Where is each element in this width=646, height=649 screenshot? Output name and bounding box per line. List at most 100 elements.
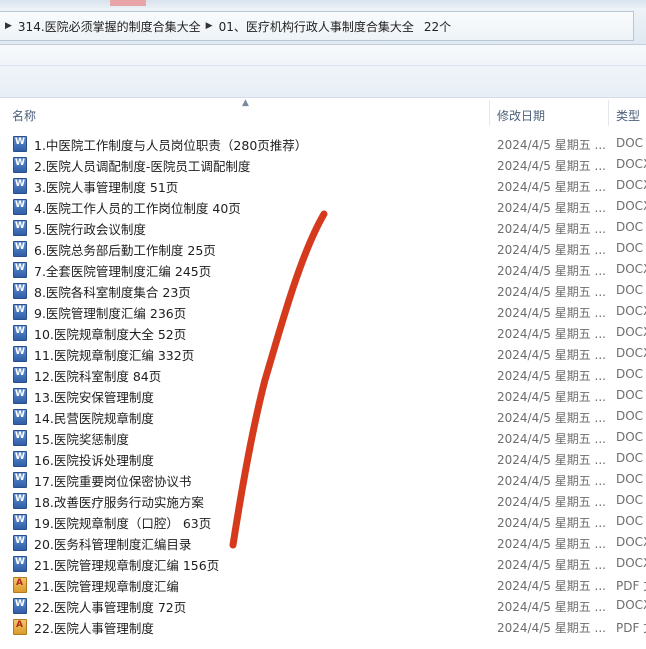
file-name[interactable]: 13.医院安保管理制度 (34, 387, 154, 406)
word-doc-icon (13, 178, 27, 194)
file-modified-date: 2024/4/5 星期五 ... (497, 159, 606, 173)
file-name[interactable]: 14.民营医院规章制度 (34, 408, 154, 427)
file-name[interactable]: 4.医院工作人员的工作岗位制度 40页 (34, 198, 241, 217)
file-row[interactable]: 6.医院总务部后勤工作制度 25页 2024/4/5 星期五 ... DOC (0, 238, 646, 259)
file-row[interactable]: 22.医院人事管理制度 2024/4/5 星期五 ... PDF 文 (0, 616, 646, 637)
file-name[interactable]: 8.医院各科室制度集合 23页 (34, 282, 191, 301)
file-row[interactable]: 17.医院重要岗位保密协议书 2024/4/5 星期五 ... DOC (0, 469, 646, 490)
file-row[interactable]: 21.医院管理规章制度汇编 2024/4/5 星期五 ... PDF 文 (0, 574, 646, 595)
breadcrumb[interactable]: ▶ 314.医院必须掌握的制度合集大全 ▶ 01、医疗机构行政人事制度合集大全 … (0, 11, 634, 41)
file-row[interactable]: 15.医院奖惩制度 2024/4/5 星期五 ... DOC (0, 427, 646, 448)
file-name[interactable]: 21.医院管理规章制度汇编 156页 (34, 555, 219, 574)
file-modified-date: 2024/4/5 星期五 ... (497, 474, 606, 488)
file-type: DOC (616, 283, 644, 297)
word-doc-icon (13, 388, 27, 404)
file-type: DOC (616, 514, 644, 528)
file-type: DOCX (616, 304, 646, 318)
file-row[interactable]: 9.医院管理制度汇编 236页 2024/4/5 星期五 ... DOCX (0, 301, 646, 322)
word-doc-icon (13, 304, 27, 320)
file-row[interactable]: 2.医院人员调配制度-医院员工调配制度 2024/4/5 星期五 ... DOCX (0, 154, 646, 175)
file-type: DOCX (616, 199, 646, 213)
file-type: DOC (616, 430, 644, 444)
file-row[interactable]: 10.医院规章制度大全 52页 2024/4/5 星期五 ... DOCX (0, 322, 646, 343)
file-row[interactable]: 8.医院各科室制度集合 23页 2024/4/5 星期五 ... DOC (0, 280, 646, 301)
file-modified-date: 2024/4/5 星期五 ... (497, 285, 606, 299)
file-modified-date: 2024/4/5 星期五 ... (497, 411, 606, 425)
file-row[interactable]: 3.医院人事管理制度 51页 2024/4/5 星期五 ... DOCX (0, 175, 646, 196)
file-modified-date: 2024/4/5 星期五 ... (497, 138, 606, 152)
breadcrumb-item-parent[interactable]: 314.医院必须掌握的制度合集大全 (18, 18, 201, 35)
file-type: DOC (616, 409, 644, 423)
file-modified-date: 2024/4/5 星期五 ... (497, 306, 606, 320)
file-name[interactable]: 1.中医院工作制度与人员岗位职责（280页推荐） (34, 135, 307, 154)
column-header-name[interactable]: 名称 (12, 107, 36, 124)
file-row[interactable]: 19.医院规章制度（口腔） 63页 2024/4/5 星期五 ... DOC (0, 511, 646, 532)
word-doc-icon (13, 136, 27, 152)
word-doc-icon (13, 367, 27, 383)
file-type: DOC (616, 136, 644, 150)
file-row[interactable]: 20.医务科管理制度汇编目录 2024/4/5 星期五 ... DOCX (0, 532, 646, 553)
command-toolbar (0, 45, 646, 98)
file-modified-date: 2024/4/5 星期五 ... (497, 348, 606, 362)
sort-ascending-icon[interactable]: ▲ (242, 98, 249, 108)
file-name[interactable]: 2.医院人员调配制度-医院员工调配制度 (34, 156, 250, 175)
file-row[interactable]: 4.医院工作人员的工作岗位制度 40页 2024/4/5 星期五 ... DOCX (0, 196, 646, 217)
word-doc-icon (13, 346, 27, 362)
file-list: 1.中医院工作制度与人员岗位职责（280页推荐） 2024/4/5 星期五 ...… (0, 133, 646, 637)
file-name[interactable]: 15.医院奖惩制度 (34, 429, 129, 448)
column-divider[interactable] (489, 100, 490, 126)
file-name[interactable]: 17.医院重要岗位保密协议书 (34, 471, 191, 490)
file-row[interactable]: 13.医院安保管理制度 2024/4/5 星期五 ... DOC (0, 385, 646, 406)
word-doc-icon (13, 514, 27, 530)
file-name[interactable]: 11.医院规章制度汇编 332页 (34, 345, 194, 364)
file-row[interactable]: 18.改善医疗服务行动实施方案 2024/4/5 星期五 ... DOC (0, 490, 646, 511)
file-modified-date: 2024/4/5 星期五 ... (497, 180, 606, 194)
file-name[interactable]: 22.医院人事管理制度 (34, 618, 154, 637)
file-modified-date: 2024/4/5 星期五 ... (497, 327, 606, 341)
file-modified-date: 2024/4/5 星期五 ... (497, 579, 606, 593)
file-name[interactable]: 10.医院规章制度大全 52页 (34, 324, 186, 343)
file-name[interactable]: 18.改善医疗服务行动实施方案 (34, 492, 204, 511)
file-name[interactable]: 5.医院行政会议制度 (34, 219, 146, 238)
file-name[interactable]: 22.医院人事管理制度 72页 (34, 597, 186, 616)
column-divider[interactable] (608, 100, 609, 126)
tab-highlight (110, 0, 146, 6)
column-header-modified[interactable]: 修改日期 (497, 107, 545, 124)
address-bar[interactable]: ▶ 314.医院必须掌握的制度合集大全 ▶ 01、医疗机构行政人事制度合集大全 … (0, 8, 646, 45)
file-row[interactable]: 14.民营医院规章制度 2024/4/5 星期五 ... DOC (0, 406, 646, 427)
chevron-right-icon[interactable]: ▶ (206, 21, 213, 31)
file-name[interactable]: 19.医院规章制度（口腔） 63页 (34, 513, 211, 532)
file-row[interactable]: 12.医院科室制度 84页 2024/4/5 星期五 ... DOC (0, 364, 646, 385)
file-row[interactable]: 11.医院规章制度汇编 332页 2024/4/5 星期五 ... DOCX (0, 343, 646, 364)
toolbar-divider (0, 65, 646, 66)
file-row[interactable]: 7.全套医院管理制度汇编 245页 2024/4/5 星期五 ... DOCX (0, 259, 646, 280)
file-modified-date: 2024/4/5 星期五 ... (497, 222, 606, 236)
file-name[interactable]: 20.医务科管理制度汇编目录 (34, 534, 191, 553)
file-name[interactable]: 9.医院管理制度汇编 236页 (34, 303, 186, 322)
file-row[interactable]: 21.医院管理规章制度汇编 156页 2024/4/5 星期五 ... DOCX (0, 553, 646, 574)
file-row[interactable]: 16.医院投诉处理制度 2024/4/5 星期五 ... DOC (0, 448, 646, 469)
breadcrumb-item-current[interactable]: 01、医疗机构行政人事制度合集大全 (219, 18, 414, 35)
word-doc-icon (13, 241, 27, 257)
word-doc-icon (13, 451, 27, 467)
file-row[interactable]: 5.医院行政会议制度 2024/4/5 星期五 ... DOC (0, 217, 646, 238)
word-doc-icon (13, 535, 27, 551)
column-header-type[interactable]: 类型 (616, 107, 640, 124)
word-doc-icon (13, 283, 27, 299)
file-name[interactable]: 16.医院投诉处理制度 (34, 450, 154, 469)
file-name[interactable]: 3.医院人事管理制度 51页 (34, 177, 178, 196)
pdf-icon (13, 619, 27, 635)
file-modified-date: 2024/4/5 星期五 ... (497, 432, 606, 446)
file-modified-date: 2024/4/5 星期五 ... (497, 390, 606, 404)
file-row[interactable]: 22.医院人事管理制度 72页 2024/4/5 星期五 ... DOCX (0, 595, 646, 616)
file-name[interactable]: 21.医院管理规章制度汇编 (34, 576, 179, 595)
file-row[interactable]: 1.中医院工作制度与人员岗位职责（280页推荐） 2024/4/5 星期五 ...… (0, 133, 646, 154)
chevron-right-icon[interactable]: ▶ (5, 21, 12, 31)
file-name[interactable]: 7.全套医院管理制度汇编 245页 (34, 261, 211, 280)
file-name[interactable]: 6.医院总务部后勤工作制度 25页 (34, 240, 216, 259)
item-count: 22个 (423, 19, 452, 34)
file-name[interactable]: 12.医院科室制度 84页 (34, 366, 161, 385)
file-modified-date: 2024/4/5 星期五 ... (497, 558, 606, 572)
file-type: DOCX (616, 325, 646, 339)
file-type: DOC (616, 451, 644, 465)
